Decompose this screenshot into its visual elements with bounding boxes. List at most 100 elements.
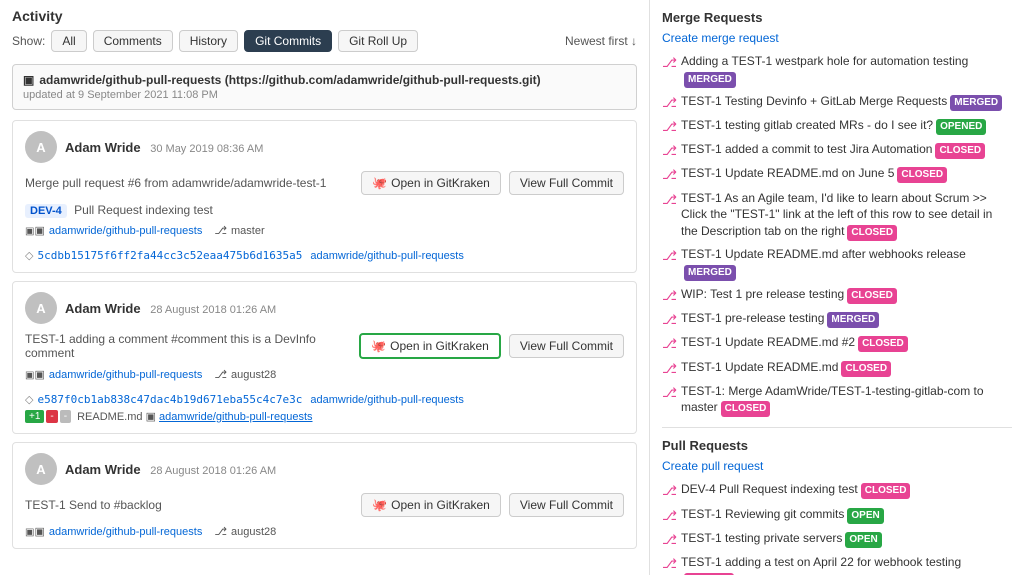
list-item: ⎇TEST-1 Update README.md on June 5CLOSED: [662, 165, 1012, 184]
commit-header-2: A Adam Wride 28 August 2018 01:26 AM: [25, 292, 624, 324]
commit-msg-3: TEST-1 Send to #backlog: [25, 498, 162, 512]
mr-branch-icon: ⎇: [662, 142, 677, 160]
mr-branch-icon: ⎇: [662, 335, 677, 353]
mr-branch-icon: ⎇: [662, 94, 677, 112]
filter-comments[interactable]: Comments: [93, 30, 173, 52]
list-item: ⎇TEST-1 As an Agile team, I'd like to le…: [662, 190, 1012, 242]
meta-branch-1: master: [214, 224, 264, 237]
meta-hash-link-2[interactable]: e587f0cb1ab838c47dac4b19d671eba55c4c7e3c: [37, 393, 302, 406]
repo-title-text: adamwride/github-pull-requests (https://…: [39, 73, 540, 87]
repo-icon-2: ▣: [25, 368, 45, 381]
pull-requests-title: Pull Requests: [662, 438, 1012, 453]
avatar-2: A: [25, 292, 57, 324]
meta-repo-link-3[interactable]: adamwride/github-pull-requests: [49, 526, 202, 538]
mr-branch-icon: ⎇: [662, 118, 677, 136]
status-badge: OPEN: [845, 532, 881, 548]
mr-branch-icon: ⎇: [662, 482, 677, 500]
commit-date-3: 28 August 2018 01:26 AM: [150, 465, 276, 477]
view-full-commit-btn-1[interactable]: View Full Commit: [509, 171, 624, 195]
list-item: ⎇TEST-1 testing private serversOPEN: [662, 530, 1012, 549]
commit-meta-2: ▣ adamwride/github-pull-requests august2…: [25, 368, 624, 406]
mr-text: TEST-1: Merge AdamWride/TEST-1-testing-g…: [681, 383, 1012, 418]
mr-text: TEST-1 pre-release testingMERGED: [681, 310, 879, 328]
filter-git-commits[interactable]: Git Commits: [244, 30, 332, 52]
commit-header-1: A Adam Wride 30 May 2019 08:36 AM: [25, 131, 624, 163]
mr-text: TEST-1 testing private serversOPEN: [681, 530, 882, 548]
meta-repo-link-2[interactable]: adamwride/github-pull-requests: [49, 369, 202, 381]
mr-branch-icon: ⎇: [662, 531, 677, 549]
show-label: Show:: [12, 34, 45, 48]
commit-header-3: A Adam Wride 28 August 2018 01:26 AM: [25, 453, 624, 485]
filter-git-rollup[interactable]: Git Roll Up: [338, 30, 418, 52]
commit-meta-1: ▣ adamwride/github-pull-requests master …: [25, 224, 624, 262]
create-mr-link[interactable]: Create merge request: [662, 31, 1012, 45]
status-badge: CLOSED: [935, 143, 985, 159]
avatar-3: A: [25, 453, 57, 485]
gitkraken-icon-2: 🐙: [371, 339, 386, 353]
list-item: ⎇Adding a TEST-1 westpark hole for autom…: [662, 53, 1012, 88]
create-pr-link[interactable]: Create pull request: [662, 459, 1012, 473]
mr-branch-icon: ⎇: [662, 247, 677, 265]
status-badge: CLOSED: [858, 336, 908, 352]
repo-updated: updated at 9 September 2021 11:08 PM: [23, 89, 626, 101]
commit-actions-2: TEST-1 adding a comment #comment this is…: [25, 332, 624, 360]
diff-badges-2: +1 - - README.md ▣ adamwride/github-pull…: [25, 410, 624, 423]
status-badge: MERGED: [684, 72, 736, 88]
list-item: ⎇TEST-1 Update README.md #2CLOSED: [662, 334, 1012, 353]
open-gitkraken-btn-2[interactable]: 🐙 Open in GitKraken: [359, 333, 501, 359]
mr-text: TEST-1 Testing Devinfo + GitLab Merge Re…: [681, 93, 1002, 111]
mr-text: TEST-1 Update README.md on June 5CLOSED: [681, 165, 947, 183]
view-full-commit-btn-3[interactable]: View Full Commit: [509, 493, 624, 517]
status-badge: OPENED: [936, 119, 986, 135]
filter-history[interactable]: History: [179, 30, 238, 52]
status-badge: CLOSED: [721, 401, 771, 417]
status-badge: MERGED: [950, 95, 1002, 111]
commit-actions-3: TEST-1 Send to #backlog 🐙 Open in GitKra…: [25, 493, 624, 517]
mr-text: TEST-1 Reviewing git commitsOPEN: [681, 506, 884, 524]
status-badge: CLOSED: [847, 288, 897, 304]
sort-label: Newest first ↓: [565, 34, 637, 48]
commit-tag-desc-1: Pull Request indexing test: [74, 203, 213, 217]
status-badge: MERGED: [684, 265, 736, 281]
list-item: ⎇TEST-1 Update README.md after webhooks …: [662, 246, 1012, 281]
branch-icon-2: [214, 368, 227, 381]
filter-all[interactable]: All: [51, 30, 86, 52]
meta-repo-2: ▣ adamwride/github-pull-requests: [25, 368, 202, 381]
repo-icon-1: ▣: [25, 224, 45, 237]
status-badge: CLOSED: [847, 225, 897, 241]
status-badge: MERGED: [827, 312, 879, 328]
open-gitkraken-btn-1[interactable]: 🐙 Open in GitKraken: [361, 171, 501, 195]
repo-title: ▣ adamwride/github-pull-requests (https:…: [23, 73, 626, 87]
status-badge: OPEN: [847, 508, 883, 524]
meta-repo-link-1[interactable]: adamwride/github-pull-requests: [49, 225, 202, 237]
commit-desc-2: TEST-1 adding a comment #comment this is…: [25, 332, 351, 360]
list-item: ⎇TEST-1 testing gitlab created MRs - do …: [662, 117, 1012, 136]
meta-branch-text-1: master: [231, 225, 265, 237]
repo-icon-3: ▣: [25, 525, 45, 538]
branch-icon-1: [214, 224, 227, 237]
gitkraken-icon-3: 🐙: [372, 498, 387, 512]
diff-neutral-2: -: [60, 410, 71, 423]
view-full-commit-btn-2[interactable]: View Full Commit: [509, 334, 624, 358]
list-item: ⎇WIP: Test 1 pre release testingCLOSED: [662, 286, 1012, 305]
meta-hash-repo-1[interactable]: adamwride/github-pull-requests: [310, 250, 463, 262]
open-gitkraken-btn-3[interactable]: 🐙 Open in GitKraken: [361, 493, 501, 517]
mr-text: WIP: Test 1 pre release testingCLOSED: [681, 286, 897, 304]
author-info-2: Adam Wride 28 August 2018 01:26 AM: [65, 301, 276, 316]
meta-branch-2: august28: [214, 368, 276, 381]
meta-branch-text-3: august28: [231, 526, 276, 538]
diff-file-link-2[interactable]: adamwride/github-pull-requests: [159, 411, 312, 423]
gitkraken-icon-1: 🐙: [372, 176, 387, 190]
meta-hash-1: ◇ 5cdbb15175f6ff2fa44cc3c52eaa475b6d1635…: [25, 249, 464, 262]
commit-date-2: 28 August 2018 01:26 AM: [150, 304, 276, 316]
mr-branch-icon: ⎇: [662, 311, 677, 329]
mr-branch-icon: ⎇: [662, 287, 677, 305]
section-divider: [662, 427, 1012, 428]
mr-text: TEST-1 Update README.md after webhooks r…: [681, 246, 1012, 281]
author-name-1: Adam Wride: [65, 140, 141, 155]
commit-desc-3: TEST-1 Send to #backlog: [25, 498, 353, 512]
meta-hash-repo-2[interactable]: adamwride/github-pull-requests: [310, 394, 463, 406]
status-badge: CLOSED: [897, 167, 947, 183]
meta-hash-link-1[interactable]: 5cdbb15175f6ff2fa44cc3c52eaa475b6d1635a5: [37, 249, 302, 262]
mr-branch-icon: ⎇: [662, 54, 677, 72]
